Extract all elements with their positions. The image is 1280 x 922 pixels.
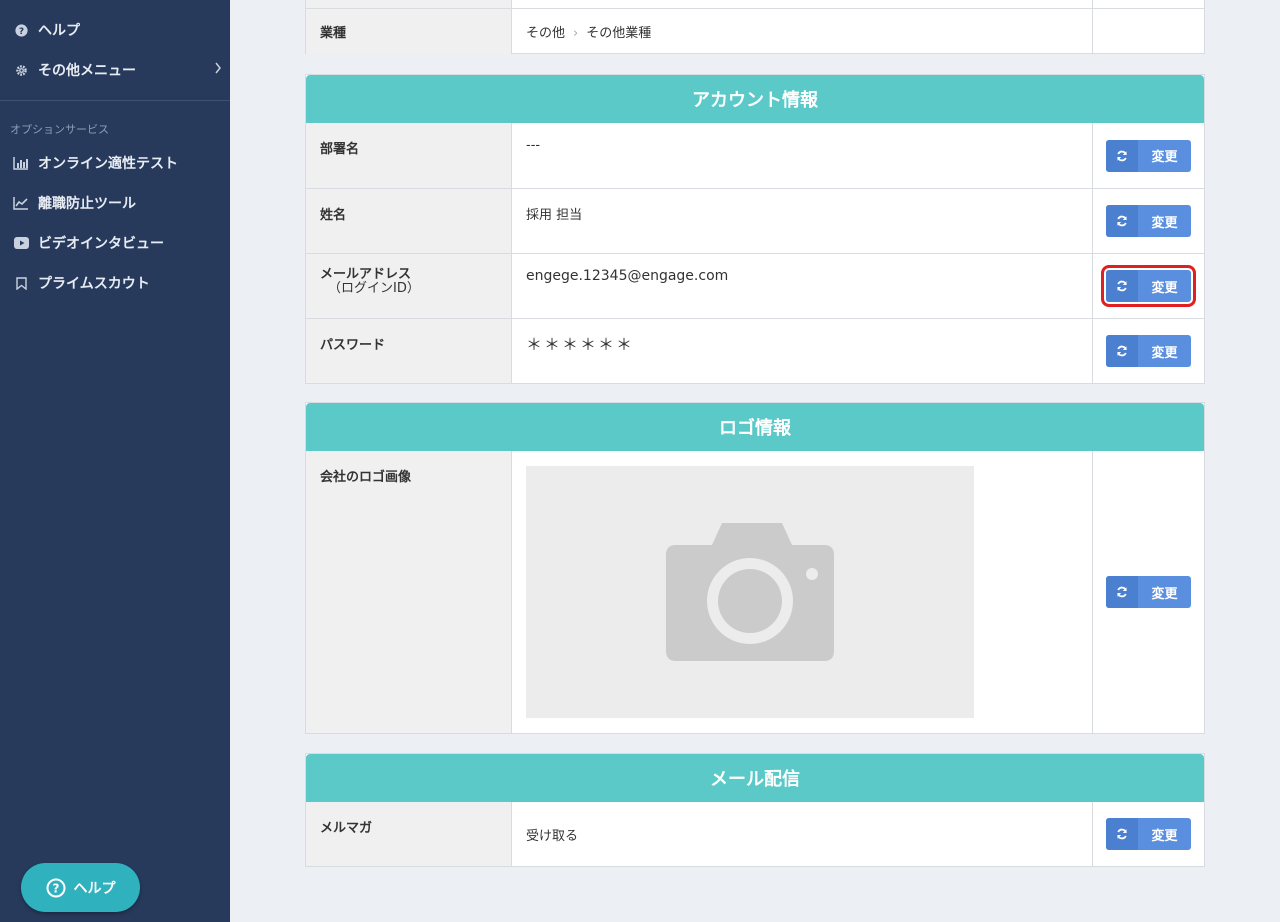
sidebar-section-label: オプションサービス	[10, 123, 109, 136]
name-label: 姓名	[306, 189, 512, 253]
refresh-icon	[1106, 576, 1138, 608]
password-value: ＊＊＊＊＊＊	[512, 319, 1093, 383]
change-password-button[interactable]: 変更	[1106, 335, 1191, 367]
bookmark-icon	[12, 274, 30, 292]
sidebar-item-label: ヘルプ	[38, 23, 80, 39]
newsletter-value: 受け取る	[512, 802, 1093, 866]
line-chart-icon	[12, 194, 30, 212]
video-icon	[12, 234, 30, 252]
email-value: engege.12345@engage.com	[512, 254, 1093, 318]
sidebar-item-other-menu[interactable]: その他メニュー	[0, 50, 230, 90]
question-circle-icon: ?	[12, 21, 30, 39]
sidebar-item-label: プライムスカウト	[38, 276, 150, 292]
question-circle-icon: ?	[46, 878, 65, 897]
svg-text:?: ?	[52, 881, 59, 895]
sidebar-item-label: オンライン適性テスト	[38, 156, 178, 172]
account-info-table: アカウント情報 部署名 --- 変更 姓名 採用 担当 変更 メールアドレス （…	[305, 74, 1205, 384]
help-button-label: ヘルプ	[73, 880, 116, 897]
sidebar-item-label: 離職防止ツール	[38, 196, 136, 212]
newsletter-row: メルマガ 受け取る 変更	[306, 802, 1204, 866]
bar-chart-icon	[12, 154, 30, 172]
logo-info-table: ロゴ情報 会社のロゴ画像 変更	[305, 402, 1205, 734]
email-label-text: メールアドレス	[320, 267, 412, 282]
gear-icon	[12, 61, 30, 79]
password-row: パスワード ＊＊＊＊＊＊ 変更	[306, 318, 1204, 383]
logo-placeholder	[526, 466, 974, 718]
email-label: メールアドレス （ログインID）	[306, 254, 512, 318]
change-newsletter-button[interactable]: 変更	[1106, 818, 1191, 850]
change-email-button[interactable]: 変更	[1101, 265, 1196, 307]
logo-info-title: ロゴ情報	[306, 403, 1204, 451]
refresh-icon	[1106, 270, 1138, 302]
logo-value	[512, 451, 1093, 733]
refresh-icon	[1106, 818, 1138, 850]
sidebar-item-retention-tool[interactable]: 離職防止ツール	[0, 183, 230, 223]
industry-value: その他 › その他業種	[512, 9, 1093, 54]
account-info-title: アカウント情報	[306, 75, 1204, 123]
sidebar-item-label: その他メニュー	[38, 63, 136, 79]
refresh-icon	[1106, 205, 1138, 237]
department-label: 部署名	[306, 123, 512, 188]
name-value: 採用 担当	[512, 189, 1093, 253]
password-label: パスワード	[306, 319, 512, 383]
department-value: ---	[512, 123, 1093, 188]
button-label: 変更	[1151, 215, 1178, 231]
email-sublabel: （ログインID）	[328, 281, 420, 296]
industry-subcategory: その他業種	[586, 26, 652, 41]
change-department-button[interactable]: 変更	[1106, 139, 1191, 172]
button-label: 変更	[1151, 280, 1178, 296]
button-label: 変更	[1151, 828, 1178, 844]
chevron-right-icon	[214, 62, 222, 78]
name-row: 姓名 採用 担当 変更	[306, 188, 1204, 253]
company-info-table: 業種 その他 › その他業種	[305, 0, 1205, 54]
camera-icon	[666, 523, 834, 661]
button-label: 変更	[1151, 150, 1178, 165]
sidebar-item-video-interview[interactable]: ビデオインタビュー	[0, 223, 230, 263]
logo-row: 会社のロゴ画像 変更	[306, 451, 1204, 733]
refresh-icon	[1106, 139, 1138, 172]
refresh-icon	[1106, 335, 1138, 367]
mail-delivery-table: メール配信 メルマガ 受け取る 変更	[305, 753, 1205, 867]
industry-row: 業種 その他 › その他業種	[306, 8, 1204, 54]
chevron-right-icon: ›	[573, 26, 579, 41]
industry-category: その他	[526, 26, 566, 41]
svg-text:?: ?	[18, 26, 23, 36]
button-label: 変更	[1151, 345, 1178, 361]
change-name-button[interactable]: 変更	[1106, 205, 1191, 237]
sidebar-item-label: ビデオインタビュー	[38, 236, 164, 252]
sidebar-item-prime-scout[interactable]: プライムスカウト	[0, 263, 230, 303]
newsletter-label: メルマガ	[306, 802, 512, 866]
sidebar-divider	[0, 100, 230, 101]
department-row: 部署名 --- 変更	[306, 123, 1204, 188]
change-logo-button[interactable]: 変更	[1106, 576, 1191, 608]
industry-label: 業種	[306, 9, 512, 54]
mail-delivery-title: メール配信	[306, 754, 1204, 802]
button-label: 変更	[1151, 586, 1178, 602]
sidebar-item-online-test[interactable]: オンライン適性テスト	[0, 143, 230, 183]
sidebar-item-help[interactable]: ? ヘルプ	[0, 10, 230, 50]
sidebar: ? ヘルプ その他メニュー オプションサービス オンライン適性テスト 離職防止ツ…	[0, 0, 230, 922]
help-button[interactable]: ? ヘルプ	[21, 863, 140, 912]
email-row: メールアドレス （ログインID） engege.12345@engage.com…	[306, 253, 1204, 318]
logo-label: 会社のロゴ画像	[306, 451, 512, 733]
